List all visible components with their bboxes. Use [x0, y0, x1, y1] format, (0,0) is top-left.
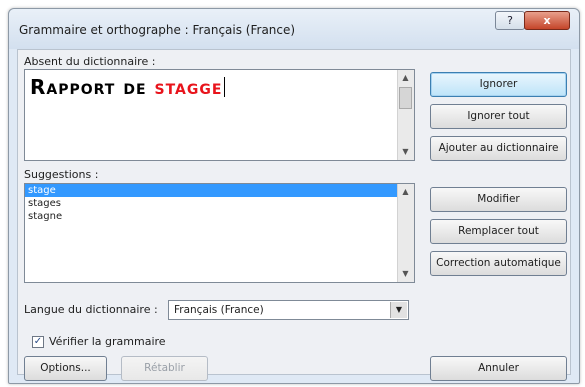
suggestion-item[interactable]: stages [25, 197, 398, 210]
autocorrect-button[interactable]: Correction automatique [430, 251, 567, 276]
scroll-down-icon[interactable]: ▼ [398, 267, 413, 281]
scroll-up-icon[interactable]: ▲ [398, 71, 413, 85]
dictionary-language-label: Langue du dictionnaire : [24, 303, 158, 316]
undo-button: Rétablir [121, 356, 208, 381]
suggestions-list: stage stages stagne [25, 184, 398, 223]
misspelled-word: stagge [154, 75, 223, 99]
suggestions-listbox[interactable]: stage stages stagne ▲ ▼ [24, 183, 415, 283]
suggestion-item[interactable]: stagne [25, 210, 398, 223]
chevron-down-icon[interactable]: ▼ [390, 302, 407, 318]
scroll-thumb[interactable] [399, 87, 412, 109]
ignore-all-button[interactable]: Ignorer tout [430, 104, 567, 129]
title-bar: Grammaire et orthographe : Français (Fra… [9, 9, 579, 49]
check-grammar-checkbox[interactable]: ✓ [32, 336, 44, 348]
dictionary-language-value: Français (France) [174, 304, 264, 316]
scroll-up-icon[interactable]: ▲ [398, 185, 413, 199]
help-button[interactable]: ? [495, 11, 525, 30]
dialog-body: Absent du dictionnaire : Rapport de stag… [17, 49, 571, 381]
text-caret [224, 77, 226, 97]
ignore-button[interactable]: Ignorer [430, 72, 567, 97]
change-button[interactable]: Modifier [430, 187, 567, 212]
suggestions-label: Suggestions : [24, 168, 99, 181]
sentence-text: Rapport de [30, 75, 155, 99]
scroll-down-icon[interactable]: ▼ [398, 145, 413, 159]
dictionary-language-select[interactable]: Français (France) ▼ [168, 300, 409, 320]
flagged-sentence: Rapport de stagge [30, 75, 226, 99]
spelling-grammar-dialog: Grammaire et orthographe : Français (Fra… [8, 8, 580, 384]
options-button[interactable]: Options... [24, 356, 107, 381]
window-title: Grammaire et orthographe : Français (Fra… [19, 23, 296, 37]
add-to-dictionary-button[interactable]: Ajouter au dictionnaire [430, 136, 567, 161]
not-in-dictionary-textbox[interactable]: Rapport de stagge ▲ ▼ [24, 69, 415, 161]
cancel-button[interactable]: Annuler [430, 356, 567, 381]
not-in-dictionary-label: Absent du dictionnaire : [24, 55, 156, 68]
check-grammar-label: Vérifier la grammaire [49, 335, 166, 348]
close-button[interactable]: x [524, 11, 570, 30]
textbox-scrollbar[interactable]: ▲ ▼ [397, 70, 414, 160]
change-all-button[interactable]: Remplacer tout [430, 219, 567, 244]
suggestions-scrollbar[interactable]: ▲ ▼ [397, 184, 414, 282]
suggestion-item[interactable]: stage [25, 184, 398, 197]
